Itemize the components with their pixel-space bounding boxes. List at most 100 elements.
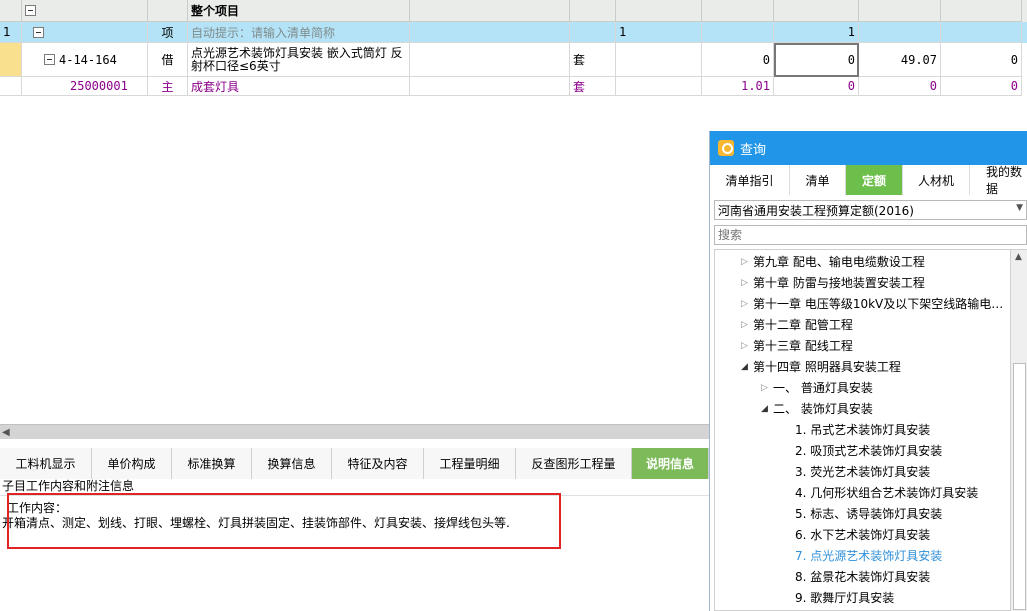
type-cell: 主 <box>148 77 188 96</box>
header-total-cell <box>941 0 1022 22</box>
collapse-icon[interactable] <box>44 54 55 65</box>
header-name-cell: 整个项目 <box>188 0 410 22</box>
unit-cell[interactable] <box>570 22 616 43</box>
feature-cell[interactable] <box>410 43 570 77</box>
quota-library-value: 河南省通用安装工程预算定额(2016) <box>718 203 914 218</box>
tree-item[interactable]: 5. 标志、诱导装饰灯具安装 <box>795 503 942 524</box>
tree-item[interactable]: 6. 水下艺术装饰灯具安装 <box>795 524 930 545</box>
feature-cell[interactable] <box>410 77 570 96</box>
tree-item[interactable]: ▷ 一、 普通灯具安装 <box>761 377 873 398</box>
unit-cell[interactable]: 套 <box>570 77 616 96</box>
expand-icon[interactable]: ▷ <box>761 383 773 393</box>
horizontal-scrollbar[interactable]: ◀ <box>0 424 709 439</box>
tab-quantity-detail[interactable]: 工程量明细 <box>424 448 516 479</box>
qty2-cell-selected[interactable]: 0 <box>774 43 859 77</box>
expr-cell[interactable]: 1 <box>616 22 702 43</box>
tree-item[interactable]: ◢ 第十四章 照明器具安装工程 <box>741 356 901 377</box>
detail-tabs: 工料机显示 单价构成 标准换算 换算信息 特征及内容 工程量明细 反查图形工程量… <box>0 448 709 479</box>
total-cell[interactable]: 0 <box>941 77 1022 96</box>
row-number: 1 <box>0 22 22 43</box>
tree-item[interactable]: ◢ 二、 装饰灯具安装 <box>761 398 873 419</box>
tab-graphic-quantity[interactable]: 反查图形工程量 <box>516 448 632 479</box>
qty-cell[interactable]: 1.01 <box>702 77 774 96</box>
collapse-icon[interactable] <box>33 26 44 38</box>
expand-icon[interactable]: ▷ <box>741 320 753 330</box>
header-qty2-cell <box>774 0 859 22</box>
tree-item[interactable]: ▷ 第十章 防雷与接地装置安装工程 <box>741 272 925 293</box>
query-icon <box>718 140 734 156</box>
price-cell[interactable]: 0 <box>859 77 941 96</box>
name-cell[interactable]: 点光源艺术装饰灯具安装 嵌入式筒灯 反射杯口径≤6英寸 <box>188 43 410 77</box>
qty2-cell[interactable]: 0 <box>774 77 859 96</box>
total-cell[interactable]: 0 <box>941 43 1022 77</box>
tree-cell[interactable] <box>22 22 148 43</box>
tab-quota[interactable]: 定额 <box>846 165 903 195</box>
table-row[interactable]: 1 项 自动提示：请输入清单简称 1 1 <box>0 22 1027 43</box>
tree-item[interactable]: ▷ 第十一章 电压等级10kV及以下架空线路输电… <box>741 293 1003 314</box>
tree-cell[interactable]: 4-14-164 <box>22 43 148 77</box>
tab-standard-conversion[interactable]: 标准换算 <box>172 448 252 479</box>
expr-cell[interactable] <box>616 43 702 77</box>
tree-item-selected[interactable]: 7. 点光源艺术装饰灯具安装 <box>795 545 942 566</box>
highlight-box <box>7 493 561 549</box>
expand-icon[interactable]: ▷ <box>741 278 753 288</box>
tab-labor-material[interactable]: 工料机显示 <box>0 448 92 479</box>
collapse-all-icon[interactable] <box>25 5 36 16</box>
query-panel: 查询 清单指引 清单 定额 人材机 我的数据 河南省通用安装工程预算定额(201… <box>709 131 1027 611</box>
expr-cell[interactable] <box>616 77 702 96</box>
tab-bill-guide[interactable]: 清单指引 <box>710 165 790 195</box>
tab-my-data[interactable]: 我的数据 <box>970 165 1027 196</box>
collapse-icon[interactable]: ◢ <box>761 404 773 414</box>
expand-icon[interactable]: ▷ <box>741 299 753 309</box>
qty-cell[interactable] <box>702 22 774 43</box>
tree-item[interactable]: 8. 盆景花木装饰灯具安装 <box>795 566 930 587</box>
qty2-cell[interactable]: 1 <box>774 22 859 43</box>
tab-bill[interactable]: 清单 <box>790 165 846 195</box>
price-cell[interactable] <box>859 22 941 43</box>
tab-features[interactable]: 特征及内容 <box>332 448 424 479</box>
scroll-left-icon[interactable]: ◀ <box>2 427 10 438</box>
quota-code: 4-14-164 <box>59 52 117 67</box>
chevron-down-icon[interactable]: ▼ <box>1016 203 1023 213</box>
row-number <box>0 43 22 77</box>
quota-library-select[interactable]: 河南省通用安装工程预算定额(2016) ▼ <box>714 200 1027 220</box>
header-tree-cell[interactable] <box>22 0 148 22</box>
tree-item[interactable]: 3. 荧光艺术装饰灯具安装 <box>795 461 930 482</box>
header-feature-cell <box>410 0 570 22</box>
type-cell: 项 <box>148 22 188 43</box>
name-hint-cell[interactable]: 自动提示：请输入清单简称 <box>188 22 410 43</box>
feature-cell[interactable] <box>410 22 570 43</box>
grid-header-row: 整个项目 <box>0 0 1027 22</box>
header-unit-cell <box>570 0 616 22</box>
tree-item[interactable]: 2. 吸顶式艺术装饰灯具安装 <box>795 440 942 461</box>
tab-labor-materials[interactable]: 人材机 <box>903 165 970 195</box>
tree-item[interactable]: ▷ 第九章 配电、输电电缆敷设工程 <box>741 251 925 272</box>
header-expr-cell <box>616 0 702 22</box>
collapse-icon[interactable]: ◢ <box>741 362 753 372</box>
quota-grid: 整个项目 1 项 自动提示：请输入清单简称 1 1 4-14-164 借 点光源… <box>0 0 1027 96</box>
scrollbar-thumb[interactable] <box>1013 363 1026 610</box>
tree-item[interactable]: 4. 几何形状组合艺术装饰灯具安装 <box>795 482 978 503</box>
panel-title: 查询 <box>740 142 767 158</box>
tree-item[interactable]: 1. 吊式艺术装饰灯具安装 <box>795 419 930 440</box>
tab-conversion-info[interactable]: 换算信息 <box>252 448 332 479</box>
type-cell: 借 <box>148 43 188 77</box>
tab-description[interactable]: 说明信息 <box>632 448 709 479</box>
expand-icon[interactable]: ▷ <box>741 341 753 351</box>
tree-item[interactable]: ▷ 第十二章 配管工程 <box>741 314 853 335</box>
scroll-up-icon[interactable]: ▲ <box>1015 252 1022 262</box>
tab-unit-price[interactable]: 单价构成 <box>92 448 172 479</box>
price-cell[interactable]: 49.07 <box>859 43 941 77</box>
unit-cell[interactable]: 套 <box>570 43 616 77</box>
tree-item[interactable]: 9. 歌舞厅灯具安装 <box>795 587 894 608</box>
qty-cell[interactable]: 0 <box>702 43 774 77</box>
quota-tree: ▷ 第九章 配电、输电电缆敷设工程 ▷ 第十章 防雷与接地装置安装工程 ▷ 第十一章 … <box>714 249 1011 611</box>
total-cell[interactable] <box>941 22 1022 43</box>
name-cell[interactable]: 成套灯具 <box>188 77 410 96</box>
search-input[interactable] <box>714 225 1027 245</box>
table-row[interactable]: 25000001 主 成套灯具 套 1.01 0 0 0 <box>0 77 1027 96</box>
table-row[interactable]: 4-14-164 借 点光源艺术装饰灯具安装 嵌入式筒灯 反射杯口径≤6英寸 套… <box>0 43 1027 77</box>
tree-item[interactable]: ▷ 第十三章 配线工程 <box>741 335 853 356</box>
expand-icon[interactable]: ▷ <box>741 257 753 267</box>
vertical-scrollbar[interactable]: ▲ <box>1011 249 1027 611</box>
